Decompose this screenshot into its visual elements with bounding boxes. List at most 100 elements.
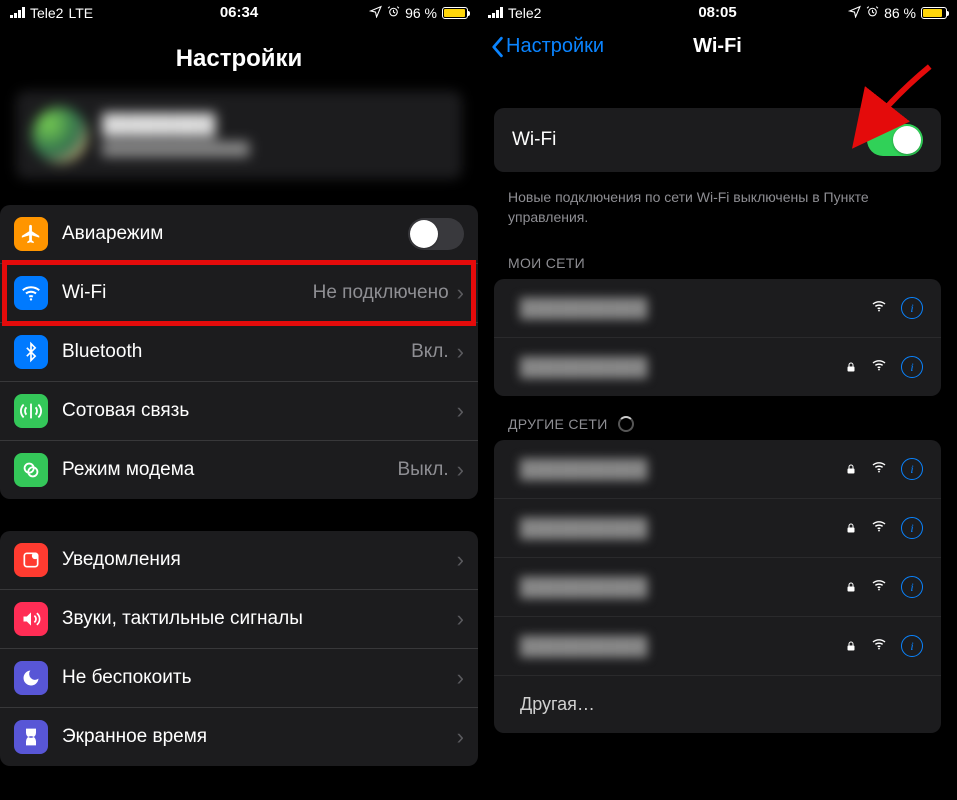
location-icon	[848, 5, 861, 21]
row-cellular[interactable]: Сотовая связь ›	[0, 382, 478, 441]
airplane-icon	[14, 217, 48, 251]
cellular-icon	[14, 394, 48, 428]
network-name: ██████████	[520, 459, 648, 480]
info-button[interactable]: i	[901, 297, 923, 319]
apple-id-row[interactable]: ████████ ████████████████	[16, 91, 462, 179]
info-button[interactable]: i	[901, 517, 923, 539]
row-value: Не подключено	[313, 282, 449, 304]
notifications-icon	[14, 543, 48, 577]
avatar	[32, 107, 88, 163]
connectivity-group: АвиарежимWi-FiНе подключено›BluetoothВкл…	[0, 205, 478, 499]
wifi-signal-icon	[869, 298, 889, 319]
wifi-signal-icon	[869, 577, 889, 598]
alarm-icon	[387, 5, 400, 21]
wifi-signal-icon	[869, 459, 889, 480]
lock-icon	[845, 580, 857, 594]
chevron-icon: ›	[457, 398, 464, 424]
info-button[interactable]: i	[901, 356, 923, 378]
other-network-label: Другая…	[520, 694, 595, 715]
row-label: Уведомления	[62, 549, 181, 571]
network-name: ██████████	[520, 636, 648, 657]
location-icon	[369, 5, 382, 21]
lock-icon	[845, 360, 857, 374]
airplane-toggle[interactable]	[408, 218, 464, 250]
chevron-icon: ›	[457, 457, 464, 483]
network-type: LTE	[68, 5, 93, 21]
chevron-icon: ›	[457, 724, 464, 750]
chevron-icon: ›	[457, 665, 464, 691]
status-bar-right: Tele2 08:05 86 %	[478, 0, 957, 25]
other-networks-label: ДРУГИЕ СЕТИ	[508, 416, 608, 432]
row-bluetooth[interactable]: BluetoothВкл.›	[0, 323, 478, 382]
spinner-icon	[618, 416, 634, 432]
row-airplane[interactable]: Авиарежим	[0, 205, 478, 264]
chevron-icon: ›	[457, 339, 464, 365]
row-label: Авиарежим	[62, 223, 163, 245]
page-title: Wi-Fi	[693, 35, 742, 58]
wifi-signal-icon	[869, 636, 889, 657]
back-button[interactable]: Настройки	[490, 35, 604, 58]
wifi-icon	[14, 276, 48, 310]
other-network-row[interactable]: ██████████ i	[494, 558, 941, 617]
row-label: Wi-Fi	[62, 282, 106, 304]
signal-icon	[488, 7, 503, 18]
my-networks-group: ██████████ i ██████████ i	[494, 279, 941, 396]
row-value: Вкл.	[411, 341, 449, 363]
row-label: Сотовая связь	[62, 400, 189, 422]
lock-icon	[845, 639, 857, 653]
wifi-signal-icon	[869, 518, 889, 539]
row-label: Звуки, тактильные сигналы	[62, 608, 303, 630]
settings-screen: Tele2 LTE 06:34 96 % Настройки ████████ …	[0, 0, 478, 800]
row-wifi[interactable]: Wi-Fi Не подключено ›	[0, 264, 478, 323]
wifi-toggle-group: Wi-Fi	[494, 108, 941, 172]
chevron-icon: ›	[457, 606, 464, 632]
lock-icon	[845, 521, 857, 535]
dnd-icon	[14, 661, 48, 695]
wifi-note: Новые подключения по сети Wi-Fi выключен…	[478, 180, 957, 243]
wifi-screen: Tele2 08:05 86 % Настройки Wi-Fi Wi-Fi Н…	[478, 0, 957, 800]
my-networks-header: МОИ СЕТИ	[478, 243, 957, 279]
my-network-row[interactable]: ██████████ i	[494, 338, 941, 396]
carrier-label: Tele2	[30, 5, 63, 21]
other-networks-group: ██████████i██████████i██████████i███████…	[494, 440, 941, 733]
info-button[interactable]: i	[901, 458, 923, 480]
lock-icon	[845, 462, 857, 476]
row-label: Экранное время	[62, 726, 207, 748]
nav-bar: Настройки Wi-Fi	[478, 25, 957, 68]
row-notifications[interactable]: Уведомления ›	[0, 531, 478, 590]
other-networks-header: ДРУГИЕ СЕТИ	[478, 404, 957, 440]
other-network-row[interactable]: ██████████ i	[494, 617, 941, 676]
info-button[interactable]: i	[901, 635, 923, 657]
general-group: Уведомления›Звуки, тактильные сигналы›Не…	[0, 531, 478, 766]
row-dnd[interactable]: Не беспокоить ›	[0, 649, 478, 708]
other-network-row[interactable]: ██████████ i	[494, 440, 941, 499]
wifi-signal-icon	[869, 357, 889, 378]
row-screentime[interactable]: Экранное время ›	[0, 708, 478, 766]
battery-pct: 86 %	[884, 5, 916, 21]
network-name: ██████████	[520, 577, 648, 598]
wifi-label: Wi-Fi	[512, 129, 556, 151]
sounds-icon	[14, 602, 48, 636]
carrier-label: Tele2	[508, 5, 541, 21]
network-name: ██████████	[520, 298, 648, 319]
back-label: Настройки	[506, 35, 604, 58]
my-network-row[interactable]: ██████████ i	[494, 279, 941, 338]
signal-icon	[10, 7, 25, 18]
battery-icon	[442, 7, 468, 19]
other-network-row[interactable]: ██████████i	[494, 499, 941, 558]
network-name: ██████████	[520, 357, 648, 378]
row-label: Не беспокоить	[62, 667, 191, 689]
bluetooth-icon	[14, 335, 48, 369]
row-hotspot[interactable]: Режим модемаВыкл.›	[0, 441, 478, 499]
alarm-icon	[866, 5, 879, 21]
row-value: Выкл.	[397, 459, 448, 481]
chevron-icon: ›	[457, 547, 464, 573]
wifi-toggle[interactable]	[867, 124, 923, 156]
hotspot-icon	[14, 453, 48, 487]
chevron-icon: ›	[457, 280, 464, 306]
wifi-toggle-row[interactable]: Wi-Fi	[494, 108, 941, 172]
info-button[interactable]: i	[901, 576, 923, 598]
screentime-icon	[14, 720, 48, 754]
other-network-row[interactable]: Другая…	[494, 676, 941, 733]
row-sounds[interactable]: Звуки, тактильные сигналы ›	[0, 590, 478, 649]
